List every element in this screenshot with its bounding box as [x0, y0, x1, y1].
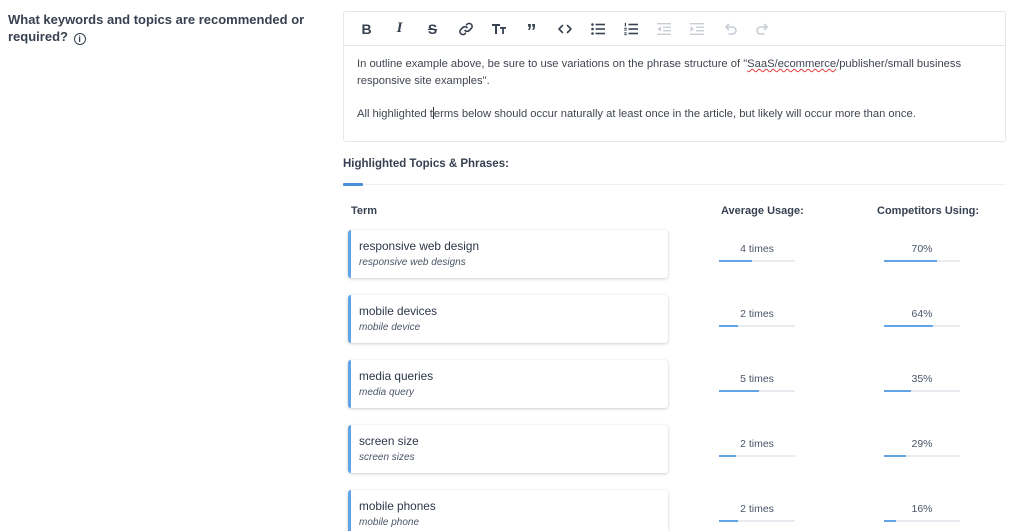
competitors-using-bar-fill	[884, 390, 911, 392]
rich-text-editor[interactable]: B I S ” In outline example above, be sur…	[343, 11, 1006, 142]
editor-paragraph: In outline example above, be sure to use…	[357, 56, 992, 90]
competitors-using-bar-fill	[884, 325, 933, 327]
column-header-competitors: Competitors Using:	[877, 205, 980, 217]
italic-button[interactable]: I	[383, 12, 416, 46]
strikethrough-icon: S	[427, 20, 438, 37]
numbered-list-button[interactable]	[614, 12, 647, 46]
undo-button[interactable]	[713, 12, 746, 46]
average-usage-bar	[719, 260, 795, 262]
average-usage-bar	[719, 390, 795, 392]
term-card[interactable]: responsive web design responsive web desi…	[348, 230, 668, 278]
average-usage-value: 5 times	[740, 373, 774, 385]
term-variant: mobile phone	[359, 517, 420, 528]
term-name: media queries	[359, 369, 434, 383]
heading-button[interactable]	[482, 12, 515, 46]
competitors-using-value: 64%	[911, 308, 933, 320]
average-usage-bar-fill	[719, 325, 738, 327]
redo-icon	[755, 23, 768, 35]
code-button[interactable]	[548, 12, 581, 46]
average-usage-bar-fill	[719, 260, 752, 262]
competitors-using-value: 35%	[911, 373, 933, 385]
competitors-using-bar-fill	[884, 520, 897, 522]
indent-icon	[689, 22, 704, 35]
average-usage-bar-fill	[719, 390, 759, 392]
average-usage-bar	[719, 455, 795, 457]
term-card[interactable]: mobile phones mobile phone	[348, 490, 668, 531]
competitors-using-value: 29%	[911, 438, 933, 450]
competitors-using-bar	[884, 390, 960, 392]
competitors-using-bar-fill	[884, 455, 907, 457]
bullet-list-button[interactable]	[581, 12, 614, 46]
question-text: What keywords and topics are recommended…	[8, 12, 305, 44]
bold-button[interactable]: B	[350, 12, 383, 46]
italic-icon: I	[396, 20, 403, 36]
term-name: responsive web design	[359, 239, 480, 253]
term-card[interactable]: screen size screen sizes	[348, 425, 668, 473]
term-variant: media query	[359, 387, 415, 398]
competitors-using-bar	[884, 520, 960, 522]
competitors-using-bar	[884, 455, 960, 457]
column-header-average-usage: Average Usage:	[721, 205, 804, 217]
column-header-term: Term	[351, 205, 378, 217]
term-card[interactable]: mobile devices mobile device	[348, 295, 668, 343]
average-usage-bar-fill	[719, 455, 736, 457]
text-size-icon	[491, 23, 506, 34]
competitors-using-value: 16%	[911, 503, 933, 515]
competitors-using-bar-fill	[884, 260, 938, 262]
quote-icon: ”	[526, 20, 537, 43]
term-variant: mobile device	[359, 322, 421, 333]
average-usage-value: 2 times	[740, 438, 774, 450]
editor-toolbar: B I S ”	[344, 12, 1005, 46]
blockquote-button[interactable]: ”	[515, 12, 548, 46]
average-usage-value: 2 times	[740, 503, 774, 515]
term-card[interactable]: media queries media query	[348, 360, 668, 408]
bullet-list-icon	[590, 22, 605, 35]
paragraph-text: In outline example above, be sure to use…	[357, 58, 748, 70]
question-label: What keywords and topics are recommended…	[8, 11, 308, 45]
outdent-icon	[656, 22, 671, 35]
active-tab-indicator	[343, 183, 363, 186]
bold-icon: B	[361, 20, 372, 37]
indent-button[interactable]	[680, 12, 713, 46]
competitors-using-bar	[884, 260, 960, 262]
paragraph-text: All highlighted t	[357, 108, 433, 120]
strikethrough-button[interactable]: S	[416, 12, 449, 46]
link-button[interactable]	[449, 12, 482, 46]
link-icon	[458, 22, 473, 35]
average-usage-value: 2 times	[740, 308, 774, 320]
info-circle-icon[interactable]: i	[73, 33, 86, 45]
code-icon	[557, 24, 572, 33]
redo-button[interactable]	[746, 12, 779, 46]
term-name: mobile phones	[359, 499, 436, 513]
average-usage-bar-fill	[719, 520, 738, 522]
editor-content[interactable]: In outline example above, be sure to use…	[344, 46, 1005, 149]
average-usage-bar	[719, 520, 795, 522]
term-variant: screen sizes	[359, 452, 415, 463]
numbered-list-icon	[623, 22, 638, 35]
term-name: screen size	[359, 434, 419, 448]
average-usage-bar	[719, 325, 795, 327]
undo-icon	[724, 23, 737, 35]
spelling-error-text: SaaS/ecommerce	[747, 58, 837, 70]
term-variant: responsive web designs	[359, 257, 466, 268]
average-usage-value: 4 times	[740, 243, 774, 255]
editor-paragraph: All highlighted terms below should occur…	[357, 106, 992, 123]
term-name: mobile devices	[359, 304, 438, 318]
competitors-using-value: 70%	[911, 243, 933, 255]
competitors-using-bar	[884, 325, 960, 327]
highlighted-topics-tab[interactable]: Highlighted Topics & Phrases:	[343, 158, 509, 170]
paragraph-text: erms below should occur naturally at lea…	[433, 108, 916, 120]
tab-divider	[343, 184, 1006, 185]
outdent-button[interactable]	[647, 12, 680, 46]
